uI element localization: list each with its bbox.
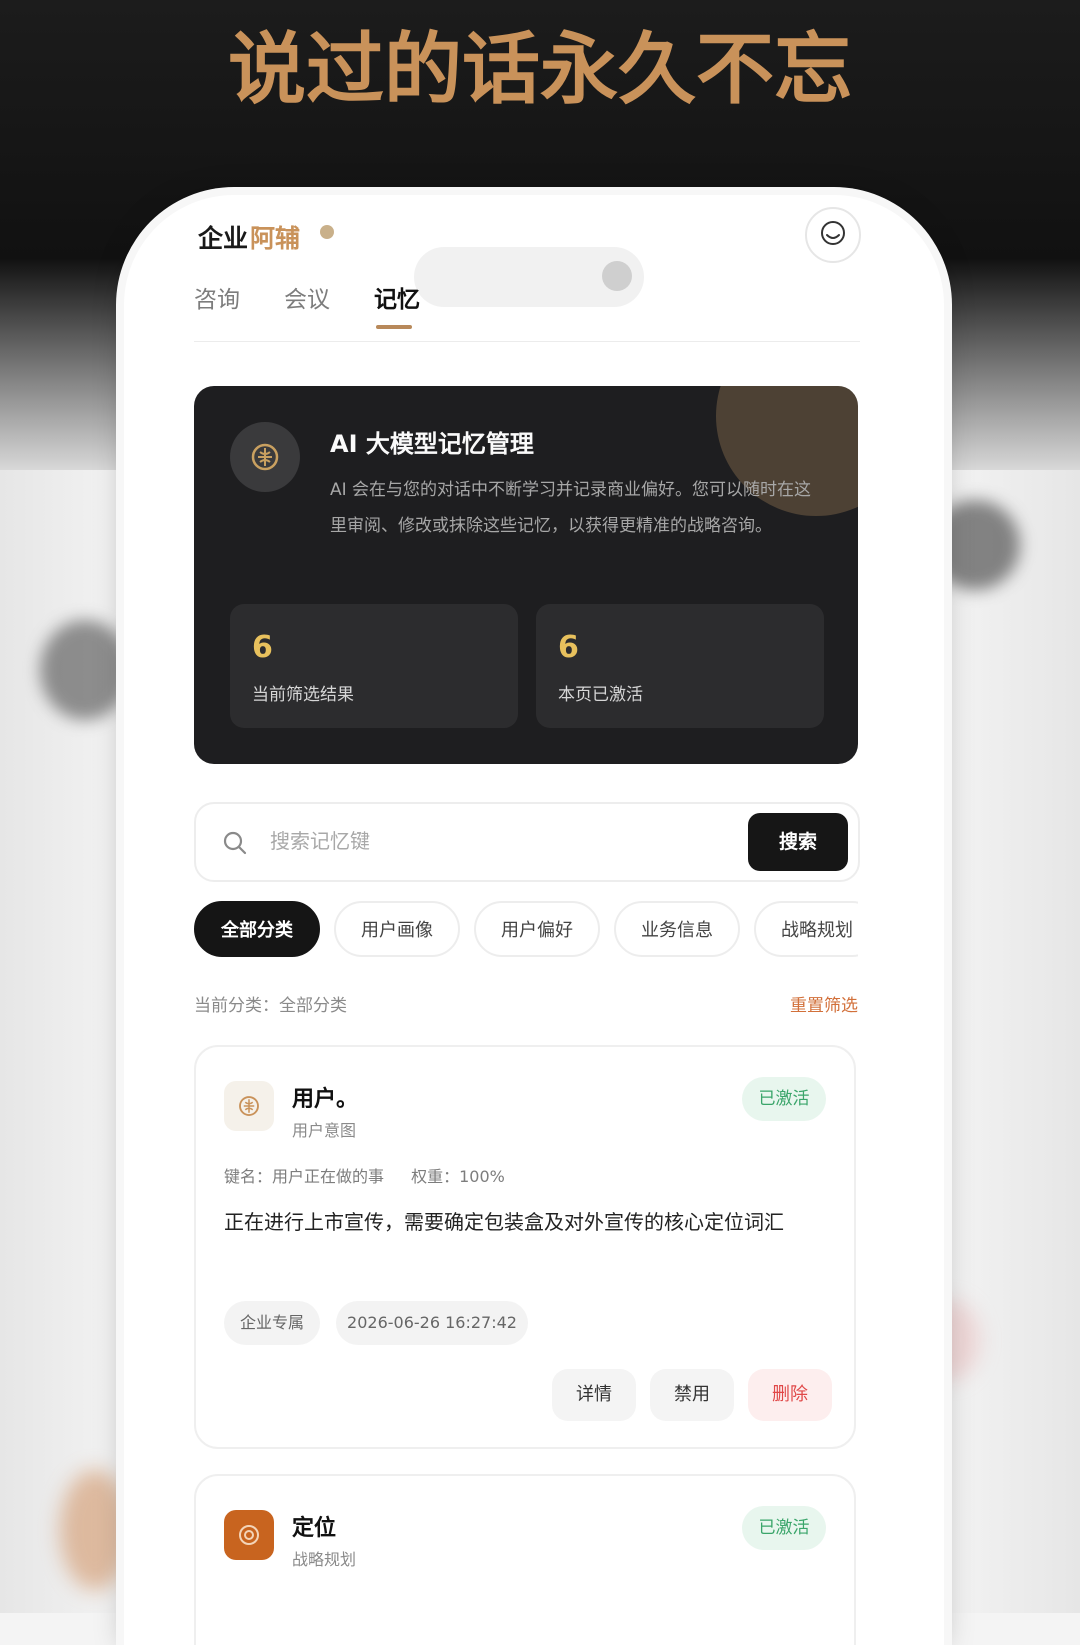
- chip-strategic-planning[interactable]: 战略规划: [754, 901, 858, 957]
- hero-title: AI 大模型记忆管理: [330, 430, 534, 458]
- search-icon: [223, 831, 247, 855]
- tab-memory-label: 记忆: [374, 287, 420, 313]
- status-badge: 已激活: [742, 1506, 826, 1550]
- tab-active-indicator: [376, 325, 412, 329]
- brain-chip-icon: [239, 1096, 259, 1116]
- memory-card: 定位 战略规划 已激活: [194, 1474, 856, 1645]
- category-filter-chips: 全部分类 用户画像 用户偏好 业务信息 战略规划: [194, 901, 858, 961]
- search-button[interactable]: 搜索: [748, 813, 848, 871]
- slogan-banner: 说过的话永久不忘: [228, 25, 852, 114]
- stat-filtered-results: 6 当前筛选结果: [230, 604, 518, 728]
- memory-title: 用户。: [292, 1087, 359, 1112]
- chip-all-categories[interactable]: 全部分类: [194, 901, 320, 957]
- profile-button[interactable]: [805, 207, 861, 263]
- background-blob: [60, 1470, 130, 1590]
- stat-active-on-page: 6 本页已激活: [536, 604, 824, 728]
- stat-value: 6: [558, 630, 579, 665]
- svg-text:阿辅: 阿辅: [250, 224, 300, 251]
- memory-title: 定位: [292, 1516, 337, 1541]
- brain-chip-icon: [251, 443, 279, 471]
- tab-memory[interactable]: 记忆: [374, 283, 420, 331]
- target-icon: [239, 1525, 259, 1545]
- memory-hero-card: AI 大模型记忆管理 AI 会在与您的对话中不断学习并记录商业偏好。您可以随时在…: [194, 386, 858, 764]
- search-input[interactable]: [268, 820, 742, 862]
- status-badge: 已激活: [742, 1077, 826, 1121]
- memory-timestamp-tag: 2026-06-26 16:27:42: [336, 1301, 528, 1345]
- hero-icon-badge: [230, 422, 300, 492]
- top-tabs: 咨询 会议 记忆: [194, 283, 854, 339]
- memory-search-bar: 搜索: [194, 802, 860, 882]
- background-right: [944, 470, 1080, 1613]
- memory-key: 键名：用户正在做的事: [224, 1167, 385, 1186]
- memory-category: 战略规划: [292, 1550, 357, 1569]
- svg-text:说过的话永久不忘: 说过的话永久不忘: [228, 25, 852, 114]
- background-blob: [40, 620, 130, 720]
- stat-label: 当前筛选结果: [252, 685, 354, 705]
- delete-button[interactable]: 删除: [748, 1369, 832, 1421]
- brand-status-dot: [320, 225, 334, 239]
- tab-meeting[interactable]: 会议: [284, 283, 330, 331]
- hero-description: AI 会在与您的对话中不断学习并记录商业偏好。您可以随时在这里审阅、修改或抹除这…: [330, 480, 812, 536]
- current-category-label: 当前分类：全部分类: [194, 996, 347, 1016]
- detail-button[interactable]: 详情: [552, 1369, 636, 1421]
- chip-user-profile[interactable]: 用户画像: [334, 901, 460, 957]
- memory-category: 用户意图: [292, 1121, 357, 1140]
- memory-scope-tag: 企业专属: [224, 1301, 320, 1345]
- smile-icon: [821, 221, 845, 245]
- stat-label: 本页已激活: [558, 685, 643, 705]
- memory-content: 正在进行上市宣传，需要确定包装盒及对外宣传的核心定位词汇: [224, 1210, 784, 1234]
- stat-value: 6: [252, 630, 273, 665]
- chip-user-preference[interactable]: 用户偏好: [474, 901, 600, 957]
- app-screen: 企业 阿辅 咨询 会议 记忆 AI 大模型记忆管理 AI 会在与您的对话中不断学…: [124, 195, 944, 1645]
- memory-icon-badge: [224, 1510, 274, 1560]
- tabs-divider: [194, 341, 860, 342]
- memory-icon-badge: [224, 1081, 274, 1131]
- tab-consult[interactable]: 咨询: [194, 283, 240, 331]
- phone-frame: 企业 阿辅 咨询 会议 记忆 AI 大模型记忆管理 AI 会在与您的对话中不断学…: [124, 195, 944, 1645]
- disable-button[interactable]: 禁用: [650, 1369, 734, 1421]
- chip-business-info[interactable]: 业务信息: [614, 901, 740, 957]
- memory-meta: 键名：用户正在做的事 权重：100%: [224, 1163, 527, 1187]
- memory-weight: 权重：100%: [411, 1167, 505, 1186]
- memory-card: 用户。 用户意图 已激活 键名：用户正在做的事 权重：100% 正在进行上市宣传…: [194, 1045, 856, 1449]
- reset-filter-link[interactable]: 重置筛选: [790, 991, 858, 1016]
- svg-text:企业: 企业: [198, 224, 248, 251]
